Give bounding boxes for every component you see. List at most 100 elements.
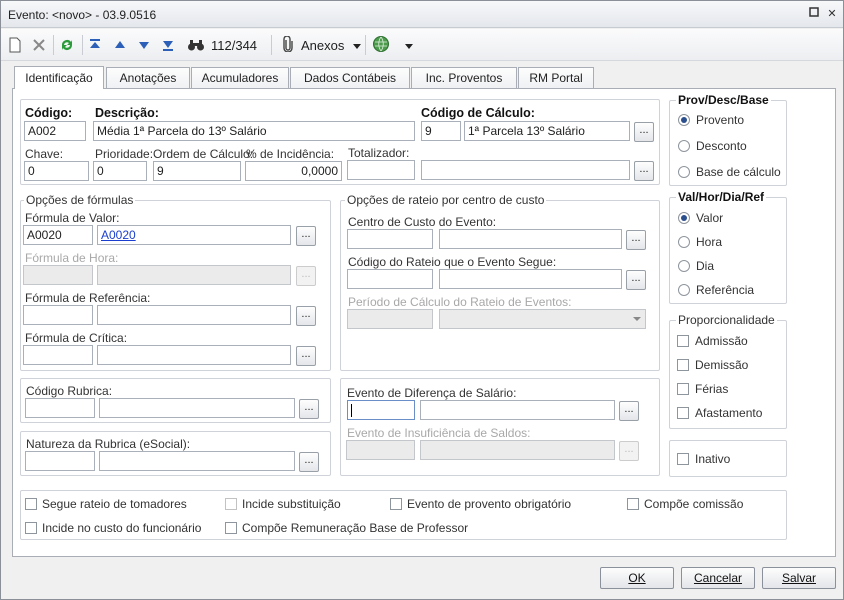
tab-rm-portal[interactable]: RM Portal [518,67,594,89]
incide-custo-funcionario-label: Incide no custo do funcionário [42,521,202,535]
codigo-calculo-desc: 1ª Parcela 13º Salário [464,121,630,141]
cancel-button[interactable]: Cancelar [681,567,755,589]
natureza-rubrica-code-input[interactable] [25,451,95,471]
formula-hora-desc [97,265,291,285]
first-record-icon[interactable] [88,35,102,55]
totalizador-lookup-button[interactable]: ... [634,161,654,181]
base-calculo-label: Base de cálculo [696,165,781,179]
formula-hora-label: Fórmula de Hora: [25,251,119,265]
radio-desconto[interactable] [678,140,690,152]
ferias-label: Férias [695,382,729,396]
ok-button[interactable]: OK [600,567,674,589]
radio-base-calculo[interactable] [678,166,690,178]
codigo-rateio-lookup-button[interactable]: ... [626,270,646,290]
diferenca-salario-lookup-button[interactable]: ... [619,401,639,421]
radio-referencia[interactable] [678,284,690,296]
attachments-button[interactable]: Anexos [281,34,362,55]
tab-dados-contabeis[interactable]: Dados Contábeis [290,67,410,89]
proporcionalidade-title: Proporcionalidade [676,313,777,327]
delete-icon[interactable] [32,35,46,55]
window: Evento: <novo> - 03.9.0516 ✕ 112/344 Ane… [0,0,844,600]
binoculars-icon[interactable] [187,35,205,55]
natureza-rubrica-group: Natureza da Rubrica (eSocial): ... [20,431,331,476]
codigo-rubrica-code-input[interactable] [25,398,95,418]
totalizador-label: Totalizador: [348,146,410,160]
incidencia-input[interactable]: 0,0000 [245,161,342,181]
checkbox-compoe-remuneracao-professor[interactable] [225,522,237,534]
codigo-rateio-code-input[interactable] [347,269,433,289]
formula-critica-label: Fórmula de Crítica: [25,331,128,345]
chave-label: Chave: [25,147,64,161]
centro-custo-label: Centro de Custo do Evento: [348,215,497,229]
checkbox-compoe-comissao[interactable] [627,498,639,510]
globe-button[interactable] [372,35,413,55]
tab-anotacoes[interactable]: Anotações [106,67,190,89]
checkbox-inativo[interactable] [677,453,689,465]
formula-critica-code-input[interactable] [23,345,93,365]
checkbox-admissao[interactable] [677,335,689,347]
formula-referencia-lookup-button[interactable]: ... [296,306,316,326]
last-record-icon[interactable] [161,35,175,55]
periodo-rateio-select [439,309,646,329]
checkbox-afastamento[interactable] [677,407,689,419]
prioridade-input[interactable]: 0 [93,161,147,181]
refresh-icon[interactable] [59,35,75,55]
formula-valor-link[interactable]: A0020 [97,225,291,245]
codigo-input[interactable]: A002 [24,121,86,141]
formula-hora-code-input [23,265,93,285]
centro-custo-code-input[interactable] [347,229,433,249]
codigo-rateio-label: Código do Rateio que o Evento Segue: [348,255,557,269]
radio-provento[interactable] [678,114,690,126]
natureza-rubrica-lookup-button[interactable]: ... [299,452,319,472]
codigo-rubrica-lookup-button[interactable]: ... [299,399,319,419]
codigo-label: Código: [25,106,73,120]
radio-hora[interactable] [678,236,690,248]
totalizador-code-input[interactable] [347,160,415,180]
diferenca-salario-code-input[interactable] [347,400,415,420]
checkbox-segue-rateio-tomadores[interactable] [25,498,37,510]
tab-container: Identificação Anotações Acumuladores Dad… [12,66,836,557]
incidencia-label: % de Incidência: [246,147,335,161]
checkbox-ferias[interactable] [677,383,689,395]
paperclip-icon [281,34,295,55]
previous-record-icon[interactable] [113,35,127,55]
formula-referencia-code-input[interactable] [23,305,93,325]
next-record-icon[interactable] [137,35,151,55]
centro-custo-desc [439,229,622,249]
formula-critica-lookup-button[interactable]: ... [296,346,316,366]
compoe-comissao-label: Compõe comissão [644,497,744,511]
descricao-input[interactable]: Média 1ª Parcela do 13º Salário [93,121,415,141]
new-icon[interactable] [8,35,22,55]
checkbox-evento-provento-obrigatorio[interactable] [390,498,402,510]
tab-identificacao[interactable]: Identificação [14,66,104,89]
tab-acumuladores[interactable]: Acumuladores [191,67,289,89]
provento-label: Provento [696,113,745,127]
prioridade-label: Prioridade: [95,147,154,161]
ordem-calculo-input[interactable]: 9 [153,161,241,181]
formula-valor-code-input[interactable]: A0020 [23,225,93,245]
radio-dia[interactable] [678,260,690,272]
maximize-icon[interactable] [807,7,821,21]
centro-custo-lookup-button[interactable]: ... [626,230,646,250]
natureza-rubrica-label: Natureza da Rubrica (eSocial): [26,437,191,451]
rateio-group-title: Opções de rateio por centro de custo [345,193,547,207]
codigo-rubrica-desc [99,398,295,418]
tab-inc-proventos[interactable]: Inc. Proventos [411,67,517,89]
codigo-calculo-lookup-button[interactable]: ... [634,122,654,142]
close-icon[interactable]: ✕ [825,7,839,21]
diferenca-salario-group: Evento de Diferença de Salário: ... Even… [340,378,660,476]
checkbox-demissao[interactable] [677,359,689,371]
diferenca-salario-label: Evento de Diferença de Salário: [347,386,517,400]
save-button[interactable]: Salvar [762,567,836,589]
record-counter: 112/344 [211,37,258,53]
natureza-rubrica-desc [99,451,295,471]
valor-label: Valor [696,211,724,225]
formula-critica-desc [97,345,291,365]
chave-input[interactable]: 0 [24,161,89,181]
formula-valor-lookup-button[interactable]: ... [296,226,316,246]
radio-valor[interactable] [678,212,690,224]
checkbox-incide-custo-funcionario[interactable] [25,522,37,534]
codigo-calculo-input[interactable]: 9 [421,121,461,141]
insuficiencia-saldos-code-input [346,440,415,460]
dropdown-arrow-icon [405,38,413,52]
